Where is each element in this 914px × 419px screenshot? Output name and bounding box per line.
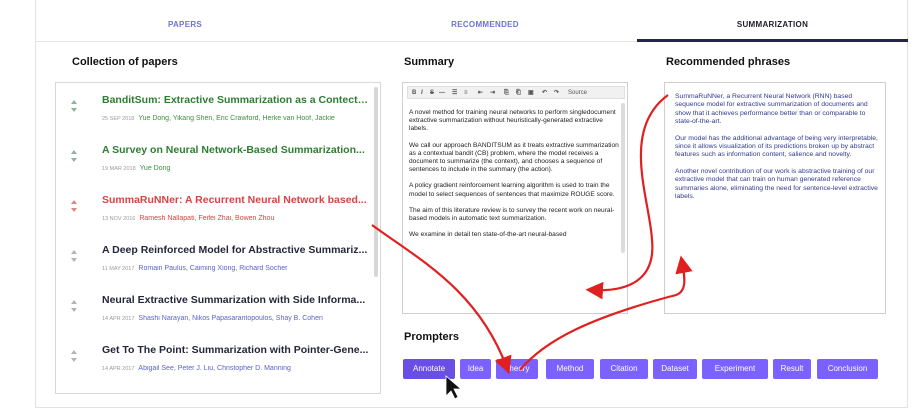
paper-date: 14 APR 2017: [102, 366, 135, 372]
vote-arrows-icon[interactable]: [70, 250, 80, 272]
paper-list[interactable]: BanditSum: Extractive Summarization as a…: [55, 82, 381, 394]
tab-recommended[interactable]: RECOMMENDED: [415, 12, 555, 42]
summary-paragraph: The aim of this literature review is to …: [409, 206, 615, 223]
italic-button[interactable]: I: [421, 88, 423, 98]
method-button[interactable]: Method: [546, 359, 594, 379]
vote-arrows-icon[interactable]: [70, 200, 80, 222]
vote-arrows-icon[interactable]: [70, 300, 80, 322]
list-item[interactable]: Neural Extractive Summarization with Sid…: [56, 287, 380, 335]
paper-meta: 14 APR 2017 Shashi Narayan, Nikos Papasar…: [102, 315, 374, 322]
summary-paragraph: A novel method for training neural netwo…: [409, 109, 616, 133]
tab-papers[interactable]: PAPERS: [115, 12, 255, 42]
paper-authors[interactable]: Yue Dong, Yikang Shen, Eric Crawford, He…: [138, 115, 335, 122]
summary-paragraph: We examine in detail ten state-of-the-ar…: [409, 231, 567, 239]
annotate-button[interactable]: Annotate: [403, 359, 455, 379]
paper-date: 11 MAY 2017: [102, 266, 135, 272]
paper-date: 14 APR 2017: [102, 316, 135, 322]
summary-editor[interactable]: B I S — ☰ ≡ ⇤ ⇥ ⎘ ⎗ ▣ ↶ ↷ Source A novel…: [402, 82, 628, 314]
list-item[interactable]: A Deep Reinforced Model for Abstractive …: [56, 237, 380, 285]
paper-meta: 25 SEP 2018 Yue Dong, Yikang Shen, Eric C…: [102, 115, 374, 122]
bold-button[interactable]: B: [412, 88, 416, 98]
undo-icon[interactable]: ↶: [542, 88, 547, 98]
phrase-paragraph[interactable]: Our model has the additional advantage o…: [675, 135, 881, 160]
paper-title[interactable]: BanditSum: Extractive Summarization as a…: [102, 94, 372, 106]
paper-date: 25 SEP 2018: [102, 116, 135, 122]
editor-toolbar: B I S — ☰ ≡ ⇤ ⇥ ⎘ ⎗ ▣ ↶ ↷ Source: [407, 86, 625, 99]
list-item[interactable]: BanditSum: Extractive Summarization as a…: [56, 87, 380, 135]
divider-icon[interactable]: —: [439, 88, 445, 98]
phrases-title: Recommended phrases: [666, 56, 791, 68]
paper-authors[interactable]: Shashi Narayan, Nikos Papasarantopoulos,…: [138, 315, 322, 322]
vote-arrows-icon[interactable]: [70, 150, 80, 172]
paper-authors[interactable]: Abigail See, Peter J. Liu, Christopher D…: [138, 365, 291, 372]
paper-authors[interactable]: Ramesh Nallapati, Feifei Zhai, Bowen Zho…: [139, 215, 274, 222]
bullet-list-icon[interactable]: ≡: [464, 88, 468, 98]
summary-text[interactable]: A novel method for training neural netwo…: [409, 109, 621, 309]
paper-meta: 11 MAY 2017 Romain Paulus, Caiming Xiong,…: [102, 265, 374, 272]
paper-meta: 13 NOV 2016 Ramesh Nallapati, Feifei Zhai…: [102, 215, 374, 222]
paper-title[interactable]: A Deep Reinforced Model for Abstractive …: [102, 244, 372, 256]
list-item[interactable]: SummaRuNNer: A Recurrent Neural Network …: [56, 187, 380, 235]
paste-text-icon[interactable]: ▣: [528, 88, 534, 98]
idea-button[interactable]: Idea: [460, 359, 491, 379]
numbered-list-icon[interactable]: ☰: [452, 88, 457, 98]
outdent-icon[interactable]: ⇤: [478, 88, 483, 98]
strike-button[interactable]: S: [430, 88, 434, 98]
dataset-button[interactable]: Dataset: [653, 359, 697, 379]
phrase-paragraph[interactable]: Another novel contribution of our work i…: [675, 168, 881, 202]
collection-title: Collection of papers: [72, 56, 178, 68]
redo-icon[interactable]: ↷: [554, 88, 559, 98]
vote-arrows-icon[interactable]: [70, 350, 80, 372]
paper-meta: 19 MAR 2018 Yue Dong: [102, 165, 374, 172]
list-item[interactable]: Get To The Point: Summarization with Poi…: [56, 337, 380, 385]
result-button[interactable]: Result: [773, 359, 811, 379]
list-item[interactable]: A Survey on Neural Network-Based Summari…: [56, 137, 380, 185]
paper-title[interactable]: Neural Extractive Summarization with Sid…: [102, 294, 372, 306]
paper-title[interactable]: Get To The Point: Summarization with Poi…: [102, 344, 372, 356]
paper-title[interactable]: SummaRuNNer: A Recurrent Neural Network …: [102, 194, 372, 206]
recommended-phrases-box: SummaRuNNer, a Recurrent Neural Network …: [664, 82, 886, 314]
paper-title[interactable]: A Survey on Neural Network-Based Summari…: [102, 144, 372, 156]
conclusion-button[interactable]: Conclusion: [817, 359, 878, 379]
phrase-paragraph[interactable]: SummaRuNNer, a Recurrent Neural Network …: [675, 93, 881, 127]
experiment-button[interactable]: Experiment: [702, 359, 768, 379]
prompters-title: Prompters: [404, 331, 460, 343]
citation-button[interactable]: Citation: [600, 359, 648, 379]
paper-authors[interactable]: Yue Dong: [140, 165, 171, 172]
tab-summarization[interactable]: SUMMARIZATION: [637, 12, 908, 42]
paper-meta: 14 APR 2017 Abigail See, Peter J. Liu, Ch…: [102, 365, 374, 372]
indent-icon[interactable]: ⇥: [490, 88, 495, 98]
paper-authors[interactable]: Romain Paulus, Caiming Xiong, Richard So…: [138, 265, 287, 272]
paper-date: 13 NOV 2016: [102, 216, 136, 222]
paper-date: 19 MAR 2018: [102, 166, 136, 172]
source-button[interactable]: Source: [568, 88, 587, 98]
summary-scrollbar[interactable]: [621, 103, 625, 253]
phrases-text: SummaRuNNer, a Recurrent Neural Network …: [675, 93, 881, 209]
vote-arrows-icon[interactable]: [70, 100, 80, 122]
summary-title: Summary: [404, 56, 455, 68]
copy-icon[interactable]: ⎘: [504, 88, 509, 98]
theory-button[interactable]: Theory: [496, 359, 538, 379]
summary-paragraph: We call our approach BANDITSUM as it tre…: [409, 141, 619, 174]
summary-paragraph: A policy gradient reinforcement learning…: [409, 182, 615, 198]
tab-bar: PAPERS RECOMMENDED SUMMARIZATION: [35, 12, 908, 42]
paste-icon[interactable]: ⎗: [516, 88, 521, 98]
